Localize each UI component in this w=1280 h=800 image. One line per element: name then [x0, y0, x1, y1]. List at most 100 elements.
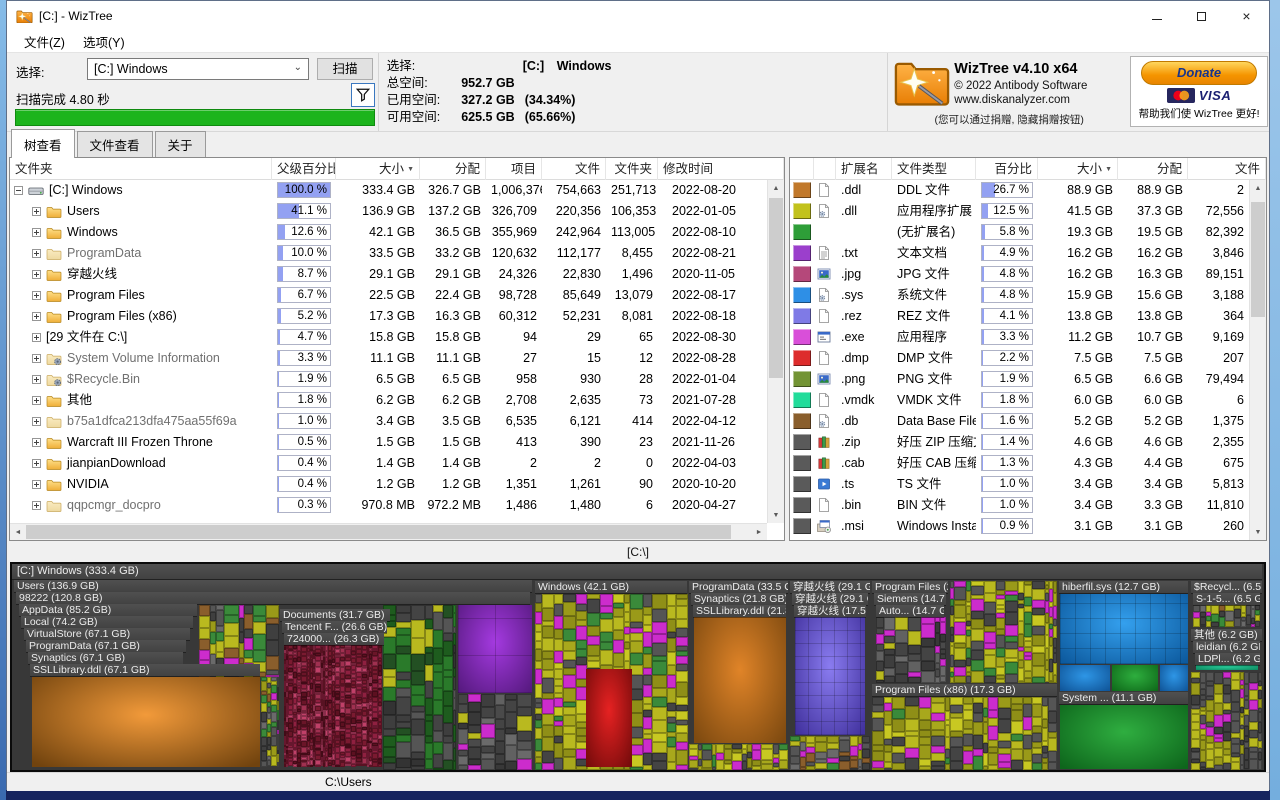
treemap-block[interactable] — [458, 605, 532, 693]
treemap-label[interactable]: Tencent F... (26.6 GB) — [282, 621, 387, 633]
treemap-mosaic[interactable] — [950, 581, 1057, 683]
expand-toggle[interactable] — [32, 270, 41, 279]
tab-0[interactable]: 树查看 — [11, 129, 75, 158]
treemap-label[interactable]: Program Files (x86) (17.3 GB) — [872, 684, 1057, 696]
column-header-1[interactable]: 文件类型 — [892, 158, 976, 180]
table-row[interactable]: NVIDIA0.4 %1.2 GB1.2 GB1,3511,261902020-… — [10, 474, 767, 495]
treemap-label[interactable]: LDPl... (6.2 GB) — [1195, 653, 1260, 665]
treemap-label[interactable]: SSLLibrary.ddl (21.8 GB) — [693, 605, 786, 617]
scroll-left-arrow[interactable]: ◄ — [10, 524, 26, 540]
table-row[interactable]: Users41.1 %136.9 GB137.2 GB326,709220,35… — [10, 201, 767, 222]
treemap-block[interactable] — [1196, 665, 1258, 670]
treemap-label[interactable]: Siemens (14.7 GB) — [874, 593, 946, 605]
website-link[interactable]: www.diskanalyzer.com — [954, 94, 1070, 106]
table-row[interactable]: qqpcmgr_docpro0.3 %970.8 MB972.2 MB1,486… — [10, 495, 767, 516]
table-row[interactable]: .zip好压 ZIP 压缩文件1.4 %4.6 GB4.6 GB2,355 — [790, 432, 1249, 453]
table-row[interactable]: $Recycle.Bin1.9 %6.5 GB6.5 GB95893028202… — [10, 369, 767, 390]
table-row[interactable]: 其他1.8 %6.2 GB6.2 GB2,7082,635732021-07-2… — [10, 390, 767, 411]
scroll-down-arrow[interactable]: ▼ — [768, 507, 784, 523]
treemap-mosaic[interactable] — [284, 645, 382, 767]
expand-toggle[interactable] — [32, 333, 41, 342]
expand-toggle[interactable] — [32, 417, 41, 426]
column-header-4[interactable]: 项目 — [486, 158, 542, 180]
treemap-label[interactable]: Auto... (14.7 GB) — [876, 605, 944, 617]
column-header-3[interactable]: 分配 — [420, 158, 486, 180]
table-row[interactable]: Program Files (x86)5.2 %17.3 GB16.3 GB60… — [10, 306, 767, 327]
treemap-block[interactable] — [32, 677, 260, 767]
treemap-label[interactable]: hiberfil.sys (12.7 GB) — [1059, 581, 1188, 593]
treemap-mosaic[interactable] — [261, 677, 279, 767]
column-header-7[interactable]: 修改时间 — [658, 158, 784, 180]
column-header-5[interactable]: 文件 — [542, 158, 606, 180]
treemap-label[interactable]: 98222 (120.8 GB) — [16, 592, 530, 604]
treemap-mosaic[interactable] — [383, 605, 456, 770]
tree-horizontal-scrollbar[interactable]: ◄ ► — [10, 523, 767, 540]
treemap-block[interactable] — [1112, 665, 1158, 691]
menu-item-1[interactable]: 选项(Y) — [74, 30, 134, 53]
table-row[interactable]: .dmpDMP 文件2.2 %7.5 GB7.5 GB207 — [790, 348, 1249, 369]
table-row[interactable]: Warcraft III Frozen Throne0.5 %1.5 GB1.5… — [10, 432, 767, 453]
treemap-block[interactable] — [694, 617, 786, 743]
expand-toggle[interactable] — [32, 480, 41, 489]
treemap-block[interactable] — [1060, 665, 1110, 691]
treemap-label[interactable]: SSLLibrary.ddl (67.1 GB) — [30, 664, 260, 676]
scroll-thumb[interactable] — [1251, 202, 1265, 317]
column-header-1[interactable]: 父级百分比 — [272, 158, 336, 180]
table-row[interactable]: Program Files6.7 %22.5 GB22.4 GB98,72885… — [10, 285, 767, 306]
filter-button[interactable] — [351, 83, 375, 107]
treemap-label[interactable]: VirtualStore (67.1 GB) — [24, 628, 190, 640]
menu-item-0[interactable]: 文件(Z) — [15, 30, 74, 53]
table-row[interactable]: [29 文件在 C:\]4.7 %15.8 GB15.8 GB942965202… — [10, 327, 767, 348]
scroll-down-arrow[interactable]: ▼ — [1250, 524, 1266, 540]
expand-toggle[interactable] — [32, 501, 41, 510]
minimize-button[interactable] — [1134, 1, 1179, 31]
tab-1[interactable]: 文件查看 — [77, 131, 153, 158]
treemap-label[interactable]: Windows (42.1 GB) — [535, 581, 687, 593]
treemap-label[interactable]: 穿越火线 (29.1 GB) — [792, 593, 868, 605]
table-row[interactable]: 穿越火线8.7 %29.1 GB29.1 GB24,32622,8301,496… — [10, 264, 767, 285]
table-row[interactable]: .msiWindows Installer0.9 %3.1 GB3.1 GB26… — [790, 516, 1249, 537]
expand-toggle[interactable] — [32, 207, 41, 216]
expand-toggle[interactable] — [32, 438, 41, 447]
table-row[interactable]: .rezREZ 文件4.1 %13.8 GB13.8 GB364 — [790, 306, 1249, 327]
table-row[interactable]: ProgramData10.0 %33.5 GB33.2 GB120,63211… — [10, 243, 767, 264]
column-header-0[interactable]: 扩展名 — [836, 158, 892, 180]
scroll-right-arrow[interactable]: ► — [751, 524, 767, 540]
extension-vertical-scrollbar[interactable]: ▲ ▼ — [1249, 180, 1266, 540]
treemap-label[interactable]: Users (136.9 GB) — [14, 580, 532, 592]
treemap-label[interactable]: Program Files (22.5 GB) — [872, 581, 948, 593]
treemap-label[interactable]: leidian (6.2 GB) — [1193, 641, 1260, 653]
table-row[interactable]: .exe应用程序3.3 %11.2 GB10.7 GB9,169 — [790, 327, 1249, 348]
treemap-label[interactable]: 其他 (6.2 GB) — [1191, 629, 1262, 641]
treemap-mosaic[interactable] — [1193, 605, 1260, 627]
table-row[interactable]: .jpgJPG 文件4.8 %16.2 GB16.3 GB89,151 — [790, 264, 1249, 285]
treemap-block[interactable] — [1060, 594, 1188, 664]
treemap[interactable]: [C:] Windows (333.4 GB)Users (136.9 GB)9… — [10, 562, 1266, 772]
treemap-label[interactable]: 穿越火线 (17.5 GB) — [794, 605, 866, 617]
expand-toggle[interactable] — [32, 354, 41, 363]
treemap-label[interactable]: Local (74.2 GB) — [21, 616, 193, 628]
table-row[interactable]: jianpianDownload0.4 %1.4 GB1.4 GB2202022… — [10, 453, 767, 474]
table-row[interactable]: (无扩展名)5.8 %19.3 GB19.5 GB82,392 — [790, 222, 1249, 243]
table-row[interactable]: .tsTS 文件1.0 %3.4 GB3.4 GB5,813 — [790, 474, 1249, 495]
table-row[interactable]: .cab好压 CAB 压缩文件1.3 %4.3 GB4.4 GB675 — [790, 453, 1249, 474]
treemap-label[interactable]: 穿越火线 (29.1 GB) — [790, 581, 870, 593]
tab-2[interactable]: 关于 — [155, 131, 206, 158]
treemap-label[interactable]: Synaptics (67.1 GB) — [28, 652, 183, 664]
column-header-5[interactable]: 文件 — [1188, 158, 1266, 180]
collapse-toggle[interactable] — [14, 186, 23, 195]
expand-toggle[interactable] — [32, 249, 41, 258]
table-row[interactable]: Windows12.6 %42.1 GB36.5 GB355,969242,96… — [10, 222, 767, 243]
table-row[interactable]: .txt文本文档4.9 %16.2 GB16.2 GB3,846 — [790, 243, 1249, 264]
table-row[interactable]: .dll应用程序扩展12.5 %41.5 GB37.3 GB72,556 — [790, 201, 1249, 222]
treemap-label[interactable]: [C:] Windows (333.4 GB) — [12, 564, 1262, 579]
treemap-label[interactable]: AppData (85.2 GB) — [19, 604, 197, 616]
scan-button[interactable]: 扫描 — [317, 58, 373, 80]
treemap-label[interactable]: System ... (11.1 GB) — [1059, 692, 1188, 704]
treemap-block[interactable] — [586, 669, 632, 767]
treemap-mosaic[interactable] — [458, 694, 532, 770]
table-row[interactable]: .vmdkVMDK 文件1.8 %6.0 GB6.0 GB6 — [790, 390, 1249, 411]
table-row[interactable]: .sys系统文件4.8 %15.9 GB15.6 GB3,188 — [790, 285, 1249, 306]
column-header-3[interactable]: 大小▼ — [1038, 158, 1118, 180]
treemap-mosaic[interactable] — [872, 697, 1057, 770]
